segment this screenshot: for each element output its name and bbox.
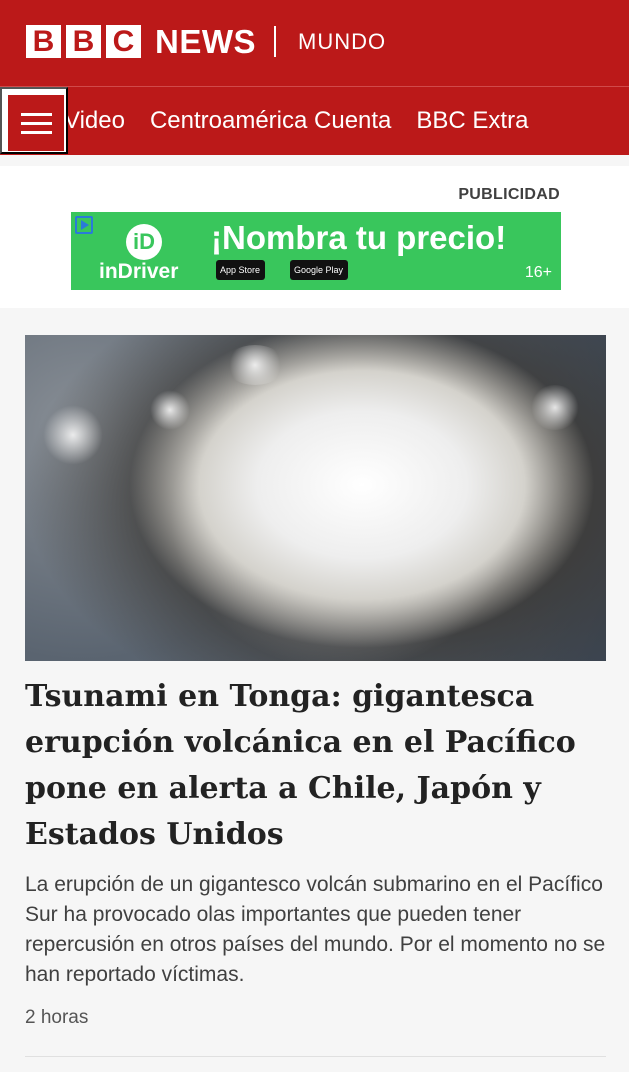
nav-item-bbc-extra[interactable]: BBC Extra — [416, 106, 528, 136]
ad-brand-name: inDriver — [99, 260, 179, 283]
nav-item-centroamerica-cuenta[interactable]: Centroamérica Cuenta — [150, 106, 391, 136]
ad-zone: PUBLICIDAD iD inDriver ¡Nombra tu precio… — [0, 166, 629, 308]
ad-label: PUBLICIDAD — [458, 186, 560, 203]
nav-item-video[interactable]: Video — [64, 106, 125, 136]
story-image[interactable] — [25, 335, 606, 661]
adchoices-icon[interactable] — [75, 216, 93, 234]
edition-link[interactable]: MUNDO — [298, 28, 386, 56]
age-rating: 16+ — [524, 264, 552, 281]
cloud-shape — [530, 385, 580, 430]
bbc-logo-letter-b1: B — [26, 25, 61, 58]
menu-bar — [21, 113, 52, 116]
menu-bar — [21, 131, 52, 134]
bbc-logo-letter-c: C — [106, 25, 141, 58]
brand-separator — [274, 26, 276, 57]
indriver-logo-icon: iD — [126, 224, 162, 260]
cloud-shape — [225, 345, 285, 385]
menu-button[interactable] — [0, 87, 68, 154]
bbc-logo[interactable]: B B C — [26, 25, 141, 58]
story-title[interactable]: Tsunami en Tonga: gigantesca erupción vo… — [25, 674, 595, 858]
bbc-logo-letter-b2: B — [66, 25, 101, 58]
story-summary: La erupción de un gigantesco volcán subm… — [25, 873, 606, 986]
cloud-shape — [43, 405, 103, 465]
menu-bar — [21, 122, 52, 125]
google-play-badge: Google Play — [290, 260, 349, 280]
nav-items: Video Centroamérica Cuenta BBC Extra — [64, 87, 528, 155]
ad-headline: ¡Nombra tu precio! — [211, 219, 507, 256]
masthead: B B C NEWS MUNDO — [0, 0, 629, 86]
news-brand-link[interactable]: NEWS — [155, 22, 256, 62]
indriver-logo-text: iD — [133, 229, 155, 254]
hamburger-menu-icon — [8, 95, 64, 151]
app-store-badge: App Store — [216, 260, 266, 280]
ad-banner[interactable]: iD inDriver ¡Nombra tu precio! App Store… — [71, 212, 561, 290]
story-timestamp: 2 horas — [25, 1007, 89, 1028]
cloud-shape — [150, 390, 190, 430]
story-divider — [25, 1056, 606, 1057]
section-nav: Video Centroamérica Cuenta BBC Extra — [0, 86, 629, 155]
